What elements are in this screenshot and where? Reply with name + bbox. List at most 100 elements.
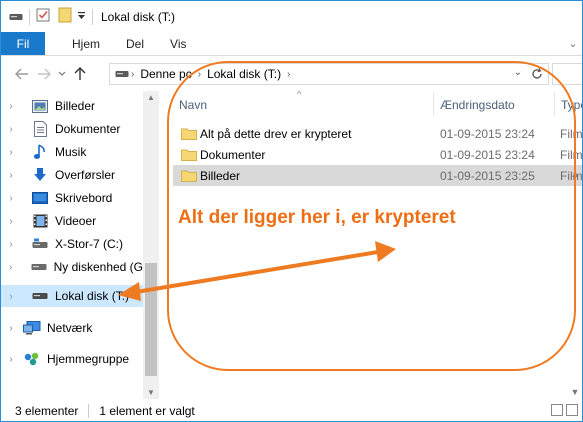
expand-arrow-icon[interactable]: › [1,354,21,365]
expand-arrow-icon[interactable]: › [1,101,21,112]
refresh-button[interactable] [526,64,548,84]
breadcrumb-denne-pc[interactable]: Denne pc [140,67,191,81]
expand-arrow-icon[interactable]: › [1,147,21,158]
folder-icon [181,170,197,182]
file-type: Filmappe [560,127,582,141]
column-headers: ^ Navn Ændringsdato Type [167,91,582,117]
toolbar-divider [92,8,93,25]
drive-icon [31,288,49,304]
back-arrow-icon [15,68,28,80]
breadcrumb-lokal-disk[interactable]: Lokal disk (T:) [207,67,281,81]
forward-button[interactable] [33,63,55,85]
documents-icon [31,121,49,137]
file-row[interactable]: Billeder 01-09-2015 23:25 Filmappe [173,165,582,186]
status-divider [88,403,90,418]
address-dropdown-icon[interactable]: ⌄ [514,67,522,78]
expand-arrow-icon[interactable]: › [1,262,20,273]
column-divider[interactable] [554,93,555,115]
forward-arrow-icon [38,68,51,80]
file-list-pane: ^ Navn Ændringsdato Type Alt på dette dr… [167,91,582,399]
expand-ribbon-icon[interactable]: ⌄ [564,32,582,55]
pictures-icon [31,98,49,114]
navigation-bar: › Denne pc › Lokal disk (T:) › ⌄ [1,57,582,91]
back-button[interactable] [11,63,33,85]
customize-toolbar-icon[interactable] [77,10,86,24]
expand-arrow-icon[interactable]: › [1,124,21,135]
sidebar-item-videoer[interactable]: › Videoer [1,210,143,232]
details-view-icon[interactable] [551,404,563,416]
scroll-up-icon[interactable]: ▲ [143,93,159,102]
sidebar-item-label: Hjemmegruppe [47,352,130,366]
view-switcher [551,404,578,416]
sidebar-item-hjemmegruppe[interactable]: › Hjemmegruppe [1,348,143,370]
column-header-name[interactable]: Navn [179,98,207,112]
expand-arrow-icon[interactable]: › [1,170,21,181]
sidebar-item-dokumenter[interactable]: › Dokumenter [1,118,143,140]
annotation-text: Alt der ligger her i, er krypteret [178,207,456,228]
large-icons-view-icon[interactable] [566,404,578,416]
navigation-pane-scrollbar[interactable]: ▲ ▼ [143,91,159,399]
downloads-icon [31,167,49,183]
breadcrumb-separator-icon: › [131,68,135,80]
sidebar-item-label: X-Stor-7 (C:) [55,237,124,251]
sidebar-item-netvaerk[interactable]: › Netværk [1,317,143,339]
homegroup-icon [23,351,41,367]
expand-arrow-icon[interactable]: › [1,216,21,227]
new-folder-icon[interactable] [58,7,72,26]
tab-fil[interactable]: Fil [1,32,45,55]
sidebar-item-label: Ny diskenhed (G [53,260,143,274]
column-header-type[interactable]: Type [561,98,582,112]
sidebar-item-x-stor-7[interactable]: › X-Stor-7 (C:) [1,233,143,255]
sidebar-item-skrivebord[interactable]: › Skrivebord [1,187,143,209]
drive-icon [30,259,47,275]
file-row[interactable]: Alt på dette drev er krypteret 01-09-201… [173,123,582,144]
sidebar-item-overforsler[interactable]: › Overførsler [1,164,143,186]
file-date: 01-09-2015 23:25 [440,169,535,183]
folder-icon [181,128,197,140]
expand-arrow-icon[interactable]: › [1,193,21,204]
column-header-date[interactable]: Ændringsdato [440,98,515,112]
file-name: Dokumenter [200,148,266,162]
sidebar-item-label: Netværk [47,321,93,335]
tab-hjem[interactable]: Hjem [45,32,114,55]
sidebar-item-lokal-disk[interactable]: › Lokal disk (T:) [1,285,143,307]
file-name: Billeder [200,169,241,183]
music-icon [31,144,49,160]
sidebar-item-musik[interactable]: › Musik [1,141,143,163]
drive-icon [31,236,49,252]
title-bar: Lokal disk (T:) [1,1,582,32]
file-row[interactable]: Dokumenter 01-09-2015 23:24 Filmappe [173,144,582,165]
scroll-down-icon[interactable]: ▼ [568,387,582,399]
scroll-down-icon[interactable]: ▼ [143,388,159,397]
chevron-down-icon [58,71,66,76]
sidebar-item-label: Videoer [55,214,97,228]
tab-del[interactable]: Del [114,32,158,55]
tab-vis[interactable]: Vis [158,32,200,55]
navigation-pane: › Billeder › Dokumenter › Musik › Overfø… [1,91,159,399]
up-arrow-icon [74,67,86,80]
ribbon-tabs: Fil Hjem Del Vis ⌄ [1,32,582,56]
sidebar-item-ny-diskenhed[interactable]: › Ny diskenhed (G [1,256,143,278]
search-input[interactable] [552,63,582,85]
toolbar-divider [29,8,30,25]
recent-locations-button[interactable] [55,63,69,85]
videos-icon [31,213,49,229]
scrollbar-thumb[interactable] [145,263,157,376]
up-button[interactable] [69,63,91,85]
expand-arrow-icon[interactable]: › [1,239,21,250]
file-date: 01-09-2015 23:24 [440,148,535,162]
refresh-icon [532,68,542,79]
sidebar-item-label: Overførsler [55,168,115,182]
scroll-up-icon[interactable]: ▲ [568,169,582,181]
drive-icon [9,10,23,24]
expand-arrow-icon[interactable]: › [1,291,21,302]
properties-icon[interactable] [36,8,50,25]
sort-ascending-icon: ^ [297,91,302,99]
quick-access-toolbar [9,7,99,26]
status-bar: 3 elementer 1 element er valgt [1,399,582,421]
sidebar-item-billeder[interactable]: › Billeder [1,95,143,117]
expand-arrow-icon[interactable]: › [1,323,21,334]
sidebar-item-label: Musik [55,145,87,159]
address-bar[interactable]: › Denne pc › Lokal disk (T:) › ⌄ [109,63,549,85]
column-divider[interactable] [433,93,434,115]
